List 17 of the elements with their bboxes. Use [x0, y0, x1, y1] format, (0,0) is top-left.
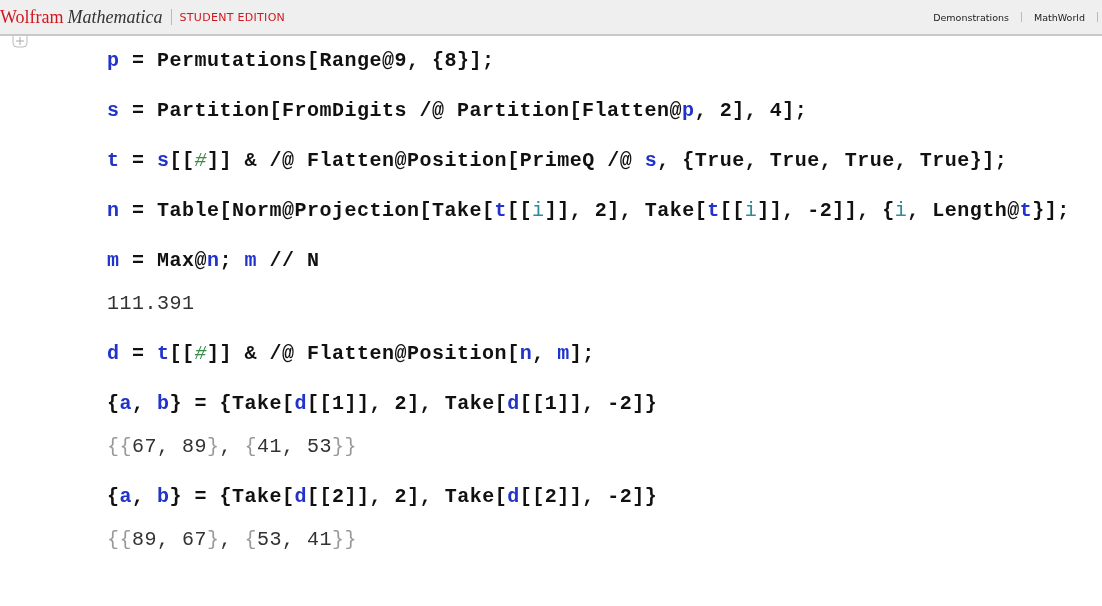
output-line: {{89, 67}, {53, 41}}	[107, 527, 358, 553]
output-line: 111.391	[107, 291, 195, 317]
plus-icon[interactable]	[12, 36, 28, 48]
header-link[interactable]: MathWorld	[1034, 11, 1085, 23]
logo-brand: Wolfram	[0, 6, 64, 28]
input-code-line: {a, b} = {Take[d[[1]], 2], Take[d[[1]], -2]}	[107, 391, 658, 417]
input-code-line: p = Permutations[Range@9, {8}];	[107, 48, 495, 74]
edition-label: STUDENT EDITION	[179, 10, 286, 24]
header-link[interactable]: Demonstrations	[933, 11, 1009, 23]
input-code-line: s = Partition[FromDigits /@ Partition[Flatten@p, 2], 4];	[107, 98, 808, 124]
output-line: {{67, 89}, {41, 53}}	[107, 434, 358, 460]
input-code-line: m = Max@n; m // N	[107, 248, 320, 274]
input-code-line: t = s[[#]] & /@ Flatten@Position[PrimeQ /@ s, {True, True, True, True}];	[107, 148, 1008, 174]
input-code-line: d = t[[#]] & /@ Flatten@Position[n, m];	[107, 341, 595, 367]
logo-product: Mathematica	[67, 6, 163, 28]
input-code-line: n = Table[Norm@Projection[Take[t[[i]], 2], Take[t[[i]], -2]], {i, Length@t}];	[107, 198, 1070, 224]
input-code-line: {a, b} = {Take[d[[2]], 2], Take[d[[2]], -2]}	[107, 484, 658, 510]
